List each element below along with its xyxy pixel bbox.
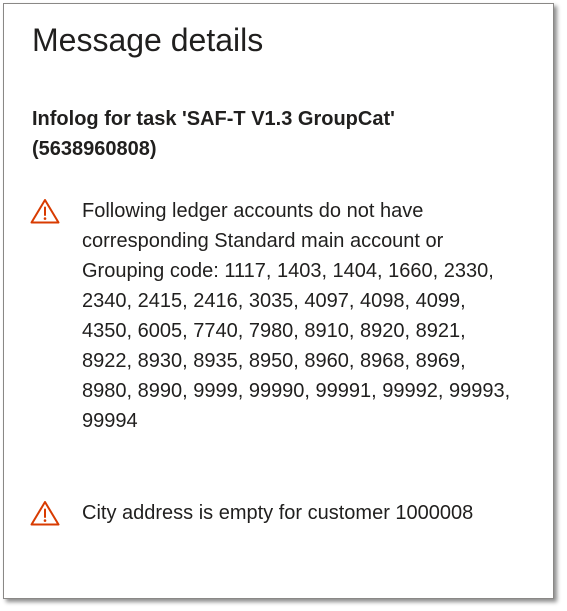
warning-triangle-icon (30, 500, 60, 526)
message-details-panel: Message details Infolog for task 'SAF-T … (3, 3, 554, 599)
message-text: City address is empty for customer 10000… (82, 502, 474, 524)
panel-title: Message details (32, 22, 264, 58)
infolog-subtitle: Infolog for task 'SAF-T V1.3 GroupCat' (… (32, 108, 395, 160)
warning-triangle-icon (30, 198, 60, 224)
message-text: Following ledger accounts do not have co… (82, 200, 511, 432)
